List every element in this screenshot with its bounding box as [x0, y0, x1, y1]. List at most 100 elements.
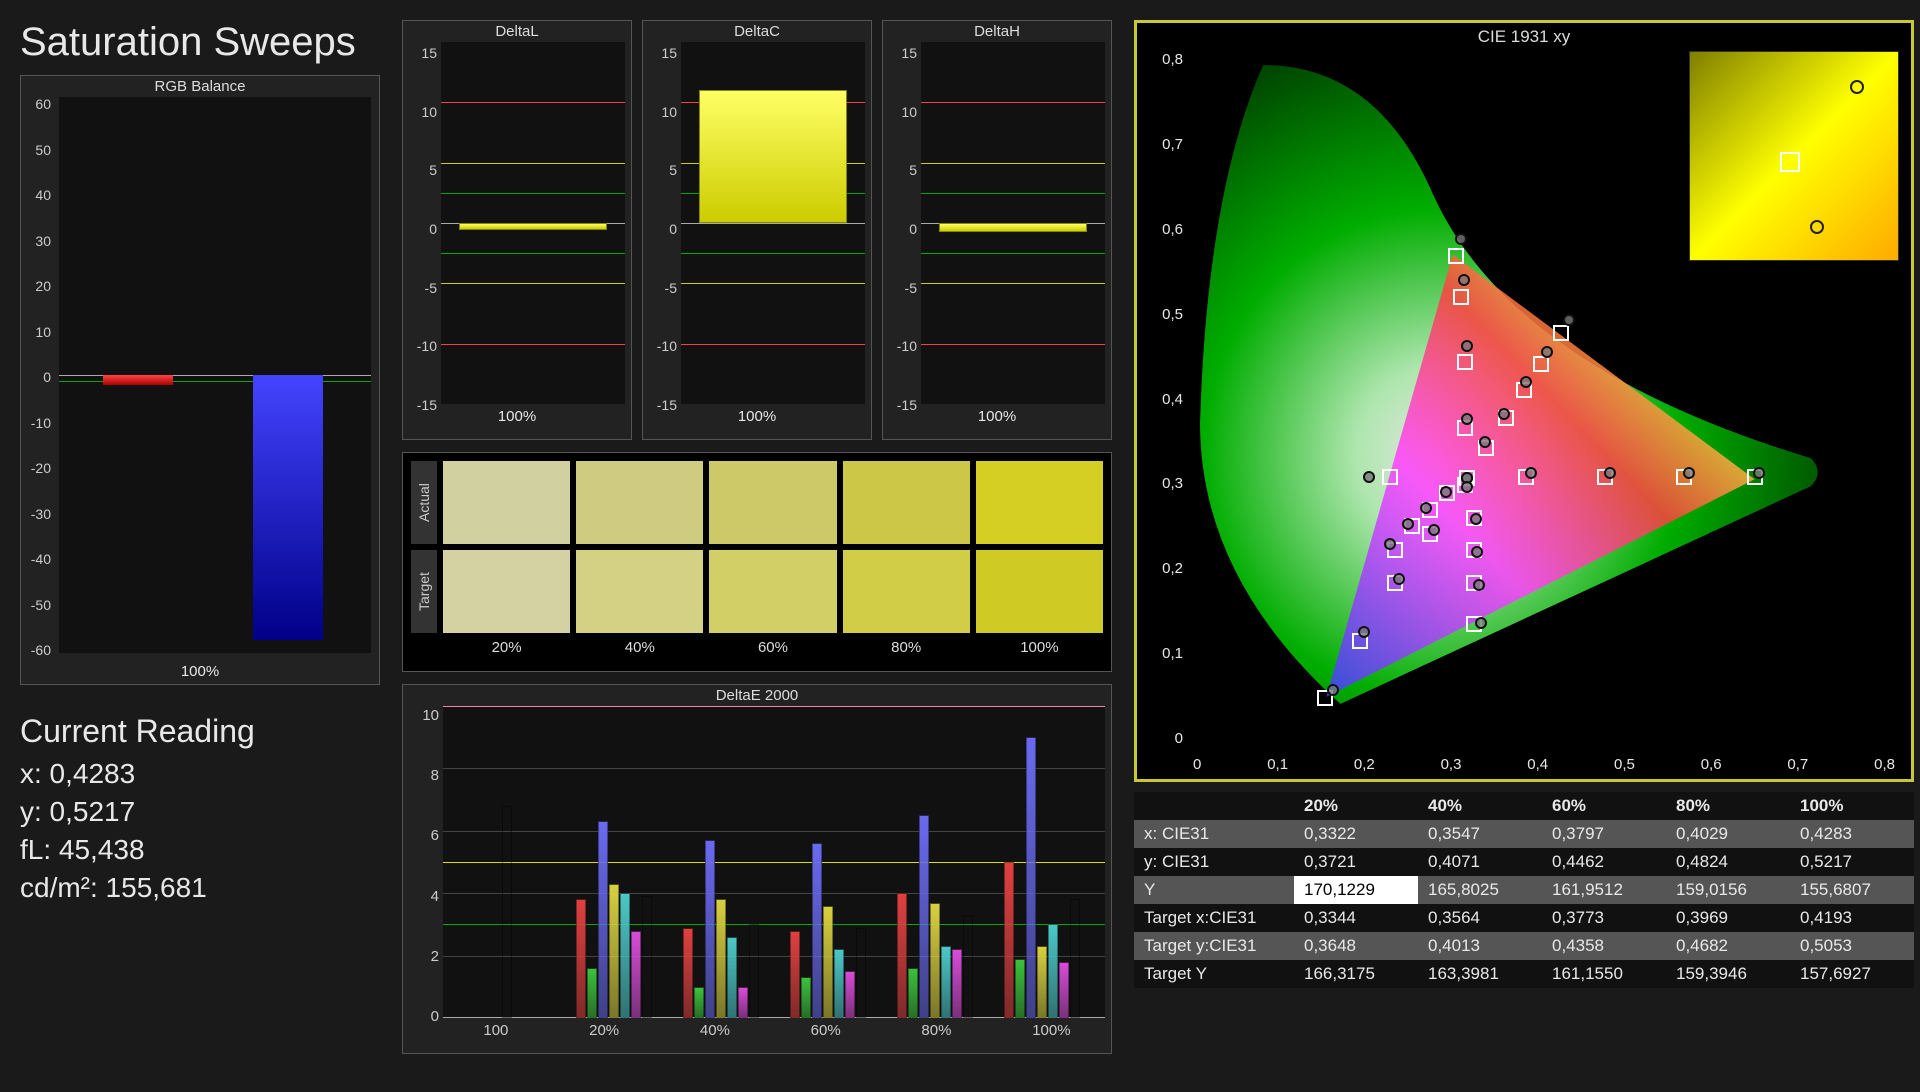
table-row: y: CIE310,37210,40710,44620,48240,5217	[1134, 848, 1914, 876]
delta-C-bar	[699, 90, 846, 223]
deltaE-bar	[631, 931, 641, 1018]
deltaE-bar	[642, 896, 652, 1018]
table-cell: 157,6927	[1790, 960, 1914, 988]
delta-C-yaxis: 151050-5-10-15	[643, 45, 677, 413]
deltaE-bar	[812, 843, 822, 1018]
deltaE-bar	[502, 806, 512, 1018]
cie-measured-icon	[1428, 524, 1440, 536]
cie-measured-icon	[1470, 513, 1482, 525]
cie-zoom-inset	[1689, 51, 1899, 261]
table-cell: 159,3946	[1666, 960, 1790, 988]
rgb-balance-plot	[59, 97, 371, 653]
table-row: Y170,1229165,8025161,9512159,0156155,680…	[1134, 876, 1914, 904]
swatch-panel: ActualTarget20%40%60%80%100%	[402, 452, 1112, 672]
cie-zoom-point-icon	[1850, 80, 1864, 94]
cie-measured-icon	[1520, 376, 1532, 388]
cie-zoom-point-icon	[1810, 220, 1824, 234]
cie-measured-icon	[1461, 340, 1473, 352]
deltaE-bar	[1059, 962, 1069, 1018]
deltaE-bar	[738, 987, 748, 1018]
deltaE-bar	[705, 840, 715, 1018]
readings-table: 20%40%60%80%100% x: CIE310,33220,35470,3…	[1134, 792, 1914, 988]
deltaE-bar	[834, 949, 844, 1018]
swatch-row-target: Target	[411, 550, 437, 633]
cie-measured-icon	[1473, 579, 1485, 591]
table-cell: 0,5217	[1790, 848, 1914, 876]
cie-measured-icon	[1683, 467, 1695, 479]
deltaE-bar	[620, 893, 630, 1018]
cie-measured-icon	[1384, 538, 1396, 550]
deltaE2000-xaxis: 10020%40%60%80%100%	[403, 1018, 1111, 1039]
swatch-label: 20%	[443, 639, 570, 663]
deltaE2000-title: DeltaE 2000	[403, 685, 1111, 706]
delta-C-plot	[681, 42, 865, 404]
table-row: Target y:CIE310,36480,40130,43580,46820,…	[1134, 932, 1914, 960]
current-reading-panel: Current Reading x: 0,4283 y: 0,5217 fL: …	[20, 713, 380, 910]
swatch-label: 80%	[843, 639, 970, 663]
delta-H-plot	[921, 42, 1105, 404]
table-cell: 0,4029	[1666, 820, 1790, 848]
table-cell: 0,3648	[1294, 932, 1418, 960]
cie-target-icon	[1533, 356, 1549, 372]
delta-C-xlabel: 100%	[643, 404, 871, 427]
deltaE-bar	[694, 987, 704, 1018]
table-cell: 161,1550	[1542, 960, 1666, 988]
swatch-actual	[976, 461, 1103, 544]
table-cell: 0,3564	[1418, 904, 1542, 932]
cie-yaxis: 00,10,20,30,40,50,60,70,8	[1137, 51, 1189, 747]
swatch-label: 40%	[576, 639, 703, 663]
deltaE-bar	[727, 937, 737, 1018]
deltaE-bar	[897, 893, 907, 1018]
table-cell: 0,3773	[1542, 904, 1666, 932]
deltaE-bar	[919, 815, 929, 1018]
rgb-balance-yaxis: 6050403020100-10-20-30-40-50-60	[21, 96, 55, 658]
swatch-label: 100%	[976, 639, 1103, 663]
page-title: Saturation Sweeps	[20, 20, 380, 65]
delta-L-bar	[459, 223, 606, 230]
table-row-header: Target x:CIE31	[1134, 904, 1294, 932]
deltaE-bar	[609, 884, 619, 1018]
table-cell: 0,3969	[1666, 904, 1790, 932]
rgb-balance-chart: RGB Balance 6050403020100-10-20-30-40-50…	[20, 75, 380, 685]
cie-measured-icon	[1420, 502, 1432, 514]
table-cell: 0,4682	[1666, 932, 1790, 960]
deltaE-bar	[716, 899, 726, 1018]
table-cell: 165,8025	[1418, 876, 1542, 904]
deltaE2000-plot	[443, 706, 1105, 1018]
table-row: x: CIE310,33220,35470,37970,40290,4283	[1134, 820, 1914, 848]
cie-title: CIE 1931 xy	[1137, 23, 1911, 51]
cie-measured-icon	[1461, 481, 1473, 493]
table-col-header	[1134, 792, 1294, 820]
swatch-target	[576, 550, 703, 633]
delta-L-xlabel: 100%	[403, 404, 631, 427]
deltaE-bar	[598, 821, 608, 1018]
swatch-target	[443, 550, 570, 633]
swatch-actual	[576, 461, 703, 544]
delta-H-yaxis: 151050-5-10-15	[883, 45, 917, 413]
cie-measured-icon	[1753, 467, 1765, 479]
deltaE-bar	[963, 915, 973, 1018]
table-cell: 163,3981	[1418, 960, 1542, 988]
swatch-target	[843, 550, 970, 633]
delta-H-xlabel: 100%	[883, 404, 1111, 427]
delta-L-title: DeltaL	[403, 21, 631, 42]
cie-measured-icon	[1458, 274, 1470, 286]
table-cell: 0,4283	[1790, 820, 1914, 848]
delta-C-title: DeltaC	[643, 21, 871, 42]
delta-C-chart: DeltaC 151050-5-10-15 100%	[642, 20, 872, 440]
table-cell: 159,0156	[1666, 876, 1790, 904]
cie-measured-icon	[1327, 684, 1339, 696]
table-cell: 0,4824	[1666, 848, 1790, 876]
rgb-balance-xlabel: 100%	[21, 659, 379, 682]
swatch-actual	[443, 461, 570, 544]
deltaE-bar	[823, 906, 833, 1018]
rgb-bar-red	[103, 375, 173, 385]
table-row-header: Target y:CIE31	[1134, 932, 1294, 960]
deltaE-bar	[941, 946, 951, 1018]
delta-L-yaxis: 151050-5-10-15	[403, 45, 437, 413]
cie-panel[interactable]: CIE 1931 xy 00,10,20,30,40,50,60,70,8	[1134, 20, 1914, 782]
table-cell: 0,3547	[1418, 820, 1542, 848]
table-cell: 161,9512	[1542, 876, 1666, 904]
cie-measured-icon	[1440, 486, 1452, 498]
reading-fL: fL: 45,438	[20, 834, 380, 866]
